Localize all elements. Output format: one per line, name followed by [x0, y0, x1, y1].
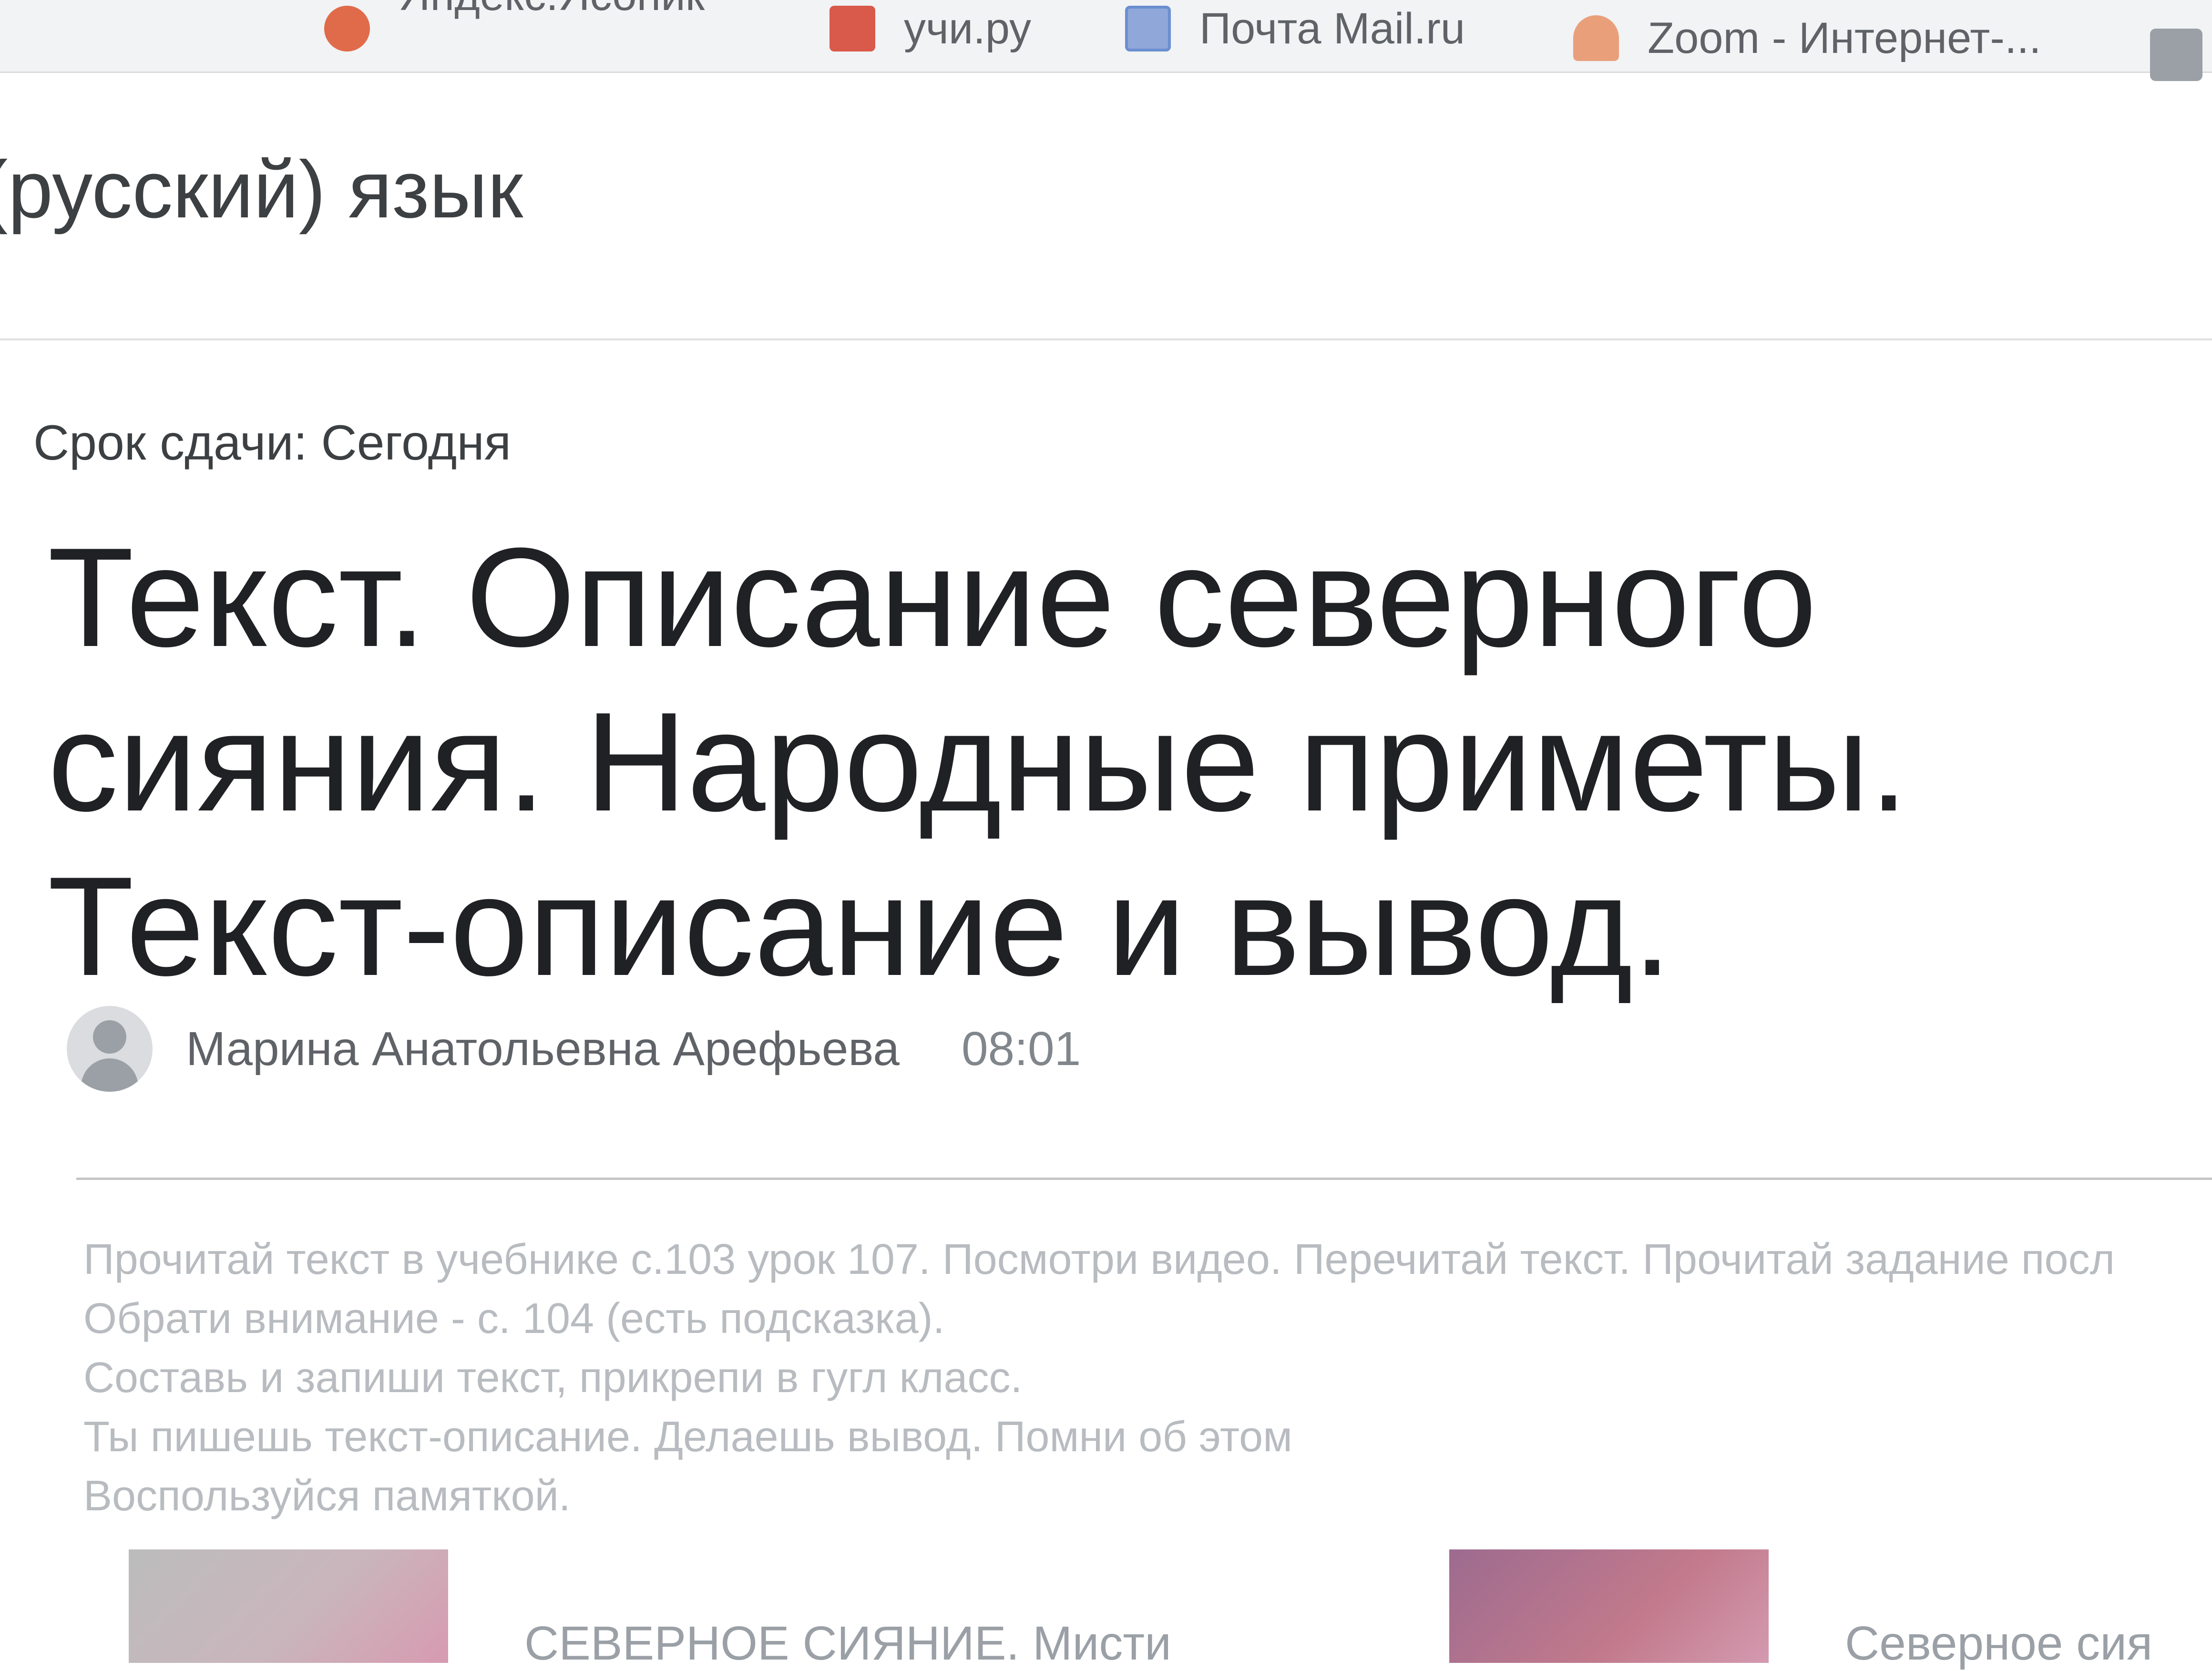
- mail-icon: [1125, 6, 1171, 51]
- divider: [76, 1178, 2212, 1180]
- attachment-card[interactable]: СЕВЕРНОЕ СИЯНИЕ. Мисти: [129, 1549, 1171, 1670]
- video-thumbnail[interactable]: [129, 1549, 448, 1663]
- instruction-line: Воспользуйся памяткой.: [83, 1472, 571, 1520]
- bookmark-label: Яндекс.Ясоник: [399, 0, 705, 21]
- instruction-line: Обрати внимание - с. 104 (есть подсказка…: [83, 1295, 945, 1343]
- assignment-instructions: Прочитай текст в учебнике с.103 урок 107…: [83, 1230, 2210, 1526]
- instruction-line: Ты пишешь текст-описание. Делаешь вывод.…: [83, 1413, 1292, 1461]
- instruction-line: Прочитай текст в учебнике с.103 урок 107…: [83, 1236, 2115, 1283]
- bookmark-uchi[interactable]: учи.ру: [830, 0, 1031, 57]
- assignment-title: Текст. Описание северного сияния. Народн…: [48, 518, 1909, 1005]
- post-time: 08:01: [961, 1022, 1081, 1076]
- bookmark-mail[interactable]: Почта Mail.ru: [1125, 0, 1465, 57]
- video-thumbnail[interactable]: [1449, 1549, 1769, 1663]
- bookmark-zoom[interactable]: Zoom - Интернет-...: [1573, 10, 2041, 67]
- avatar[interactable]: [67, 1006, 153, 1092]
- bookmarks-bar: Яндекс.Ясоник учи.ру Почта Mail.ru Zoom …: [0, 0, 2212, 81]
- bookmark-label: Почта Mail.ru: [1199, 4, 1465, 53]
- instruction-line: Составь и запиши текст, прикрепи в гугл …: [83, 1354, 1023, 1402]
- bookmark-label: учи.ру: [904, 4, 1032, 53]
- author-name: Марина Анатольевна Арефьева: [186, 1022, 900, 1076]
- attachment-card[interactable]: Северное сия: [1449, 1549, 2152, 1670]
- author-row: Марина Анатольевна Арефьева 08:01: [67, 1006, 1081, 1092]
- class-title: (русский) язык: [0, 144, 523, 235]
- yandex-icon: [324, 6, 370, 51]
- zoom-icon: [1573, 15, 1619, 61]
- bookmark-label: Zoom - Интернет-...: [1648, 13, 2041, 62]
- due-date: Срок сдачи: Сегодня: [33, 415, 512, 471]
- uchi-icon: [830, 6, 875, 51]
- bookmark-yandex[interactable]: Яндекс.Ясоник: [324, 0, 705, 57]
